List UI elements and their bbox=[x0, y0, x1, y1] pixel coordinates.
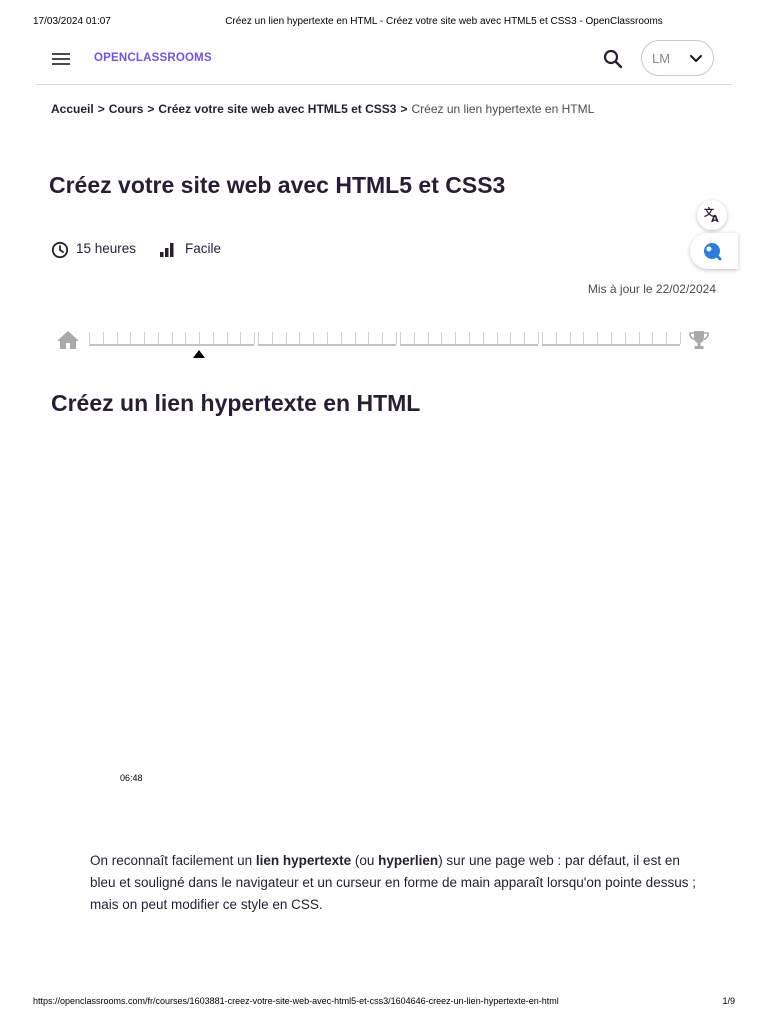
progress-step-tick[interactable] bbox=[272, 332, 273, 344]
progress-step-tick[interactable] bbox=[611, 332, 612, 344]
progress-step-tick[interactable] bbox=[542, 332, 543, 344]
intro-text: (ou bbox=[351, 853, 379, 868]
progress-step-tick[interactable] bbox=[299, 332, 300, 344]
progress-step-tick[interactable] bbox=[469, 332, 470, 344]
progress-step-tick[interactable] bbox=[483, 332, 484, 344]
chevron-down-icon bbox=[689, 52, 703, 66]
progress-step-tick[interactable] bbox=[524, 332, 525, 344]
progress-step-tick[interactable] bbox=[254, 332, 255, 344]
breadcrumb-item-cours[interactable]: Cours bbox=[109, 102, 144, 116]
progress-step-tick[interactable] bbox=[414, 332, 415, 344]
progress-step-tick[interactable] bbox=[382, 332, 383, 344]
progress-step-tick[interactable] bbox=[89, 332, 90, 344]
translate-icon[interactable]: 文 A bbox=[697, 200, 727, 230]
course-difficulty: Facile bbox=[185, 241, 222, 256]
breadcrumb-separator: > bbox=[97, 102, 105, 116]
intro-text: On reconnaît facilement un bbox=[90, 853, 256, 868]
progress-step-tick[interactable] bbox=[625, 332, 626, 344]
progress-step-tick[interactable] bbox=[258, 332, 259, 344]
progress-segment bbox=[258, 344, 396, 346]
print-document-title: Créez un lien hypertexte en HTML - Créez… bbox=[225, 16, 663, 27]
progress-step-tick[interactable] bbox=[355, 332, 356, 344]
course-progress-bar bbox=[56, 326, 716, 362]
progress-step-tick[interactable] bbox=[396, 332, 397, 344]
progress-segment bbox=[542, 344, 680, 346]
intro-paragraph: On reconnaît facilement un lien hypertex… bbox=[90, 850, 700, 916]
assistant-icon[interactable] bbox=[690, 233, 738, 269]
video-duration[interactable]: 06:48 bbox=[120, 773, 143, 783]
progress-step-tick[interactable] bbox=[227, 332, 228, 344]
top-navigation-bar: OPENCLASSROOMS LM bbox=[36, 34, 732, 85]
intro-term-lien-hypertexte: lien hypertexte bbox=[255, 853, 352, 868]
course-title: Créez votre site web avec HTML5 et CSS3 bbox=[49, 172, 506, 198]
progress-step-tick[interactable] bbox=[510, 332, 511, 344]
progress-step-tick[interactable] bbox=[172, 332, 173, 344]
difficulty-bars-icon bbox=[159, 243, 175, 257]
breadcrumb-separator: > bbox=[400, 102, 408, 116]
svg-text:A: A bbox=[711, 214, 719, 225]
progress-step-tick[interactable] bbox=[158, 332, 159, 344]
progress-step-tick[interactable] bbox=[570, 332, 571, 344]
hamburger-icon[interactable] bbox=[52, 50, 72, 66]
progress-step-tick[interactable] bbox=[103, 332, 104, 344]
progress-step-tick[interactable] bbox=[556, 332, 557, 344]
progress-step-tick[interactable] bbox=[441, 332, 442, 344]
progress-step-tick[interactable] bbox=[199, 332, 200, 344]
progress-step-tick[interactable] bbox=[213, 332, 214, 344]
progress-step-tick[interactable] bbox=[286, 332, 287, 344]
breadcrumb-separator: > bbox=[147, 102, 155, 116]
progress-step-tick[interactable] bbox=[639, 332, 640, 344]
chapter-title: Créez un lien hypertexte en HTML bbox=[51, 390, 421, 416]
progress-step-tick[interactable] bbox=[144, 332, 145, 344]
progress-step-tick[interactable] bbox=[185, 332, 186, 344]
progress-step-tick[interactable] bbox=[583, 332, 584, 344]
progress-step-tick[interactable] bbox=[652, 332, 653, 344]
progress-step-tick[interactable] bbox=[400, 332, 401, 344]
progress-step-tick[interactable] bbox=[117, 332, 118, 344]
progress-step-tick[interactable] bbox=[455, 332, 456, 344]
clock-icon bbox=[51, 241, 69, 259]
progress-marker bbox=[193, 350, 205, 358]
progress-segment bbox=[89, 344, 254, 346]
progress-step-tick[interactable] bbox=[666, 332, 667, 344]
course-duration: 15 heures bbox=[76, 241, 137, 256]
progress-step-tick[interactable] bbox=[428, 332, 429, 344]
progress-step-tick[interactable] bbox=[497, 332, 498, 344]
progress-step-tick[interactable] bbox=[341, 332, 342, 344]
progress-step-tick[interactable] bbox=[313, 332, 314, 344]
user-menu-button[interactable]: LM bbox=[641, 40, 714, 76]
print-page-number: 1/9 bbox=[722, 996, 735, 1006]
search-icon[interactable] bbox=[602, 48, 624, 70]
openclassrooms-logo[interactable]: OPENCLASSROOMS bbox=[94, 52, 212, 64]
progress-step-tick[interactable] bbox=[680, 332, 681, 344]
progress-segment bbox=[400, 344, 538, 346]
progress-step-tick[interactable] bbox=[240, 332, 241, 344]
progress-step-tick[interactable] bbox=[597, 332, 598, 344]
home-icon[interactable] bbox=[56, 330, 80, 350]
breadcrumb: Accueil > Cours > Créez votre site web avec … bbox=[51, 102, 594, 116]
breadcrumb-item-accueil[interactable]: Accueil bbox=[51, 102, 94, 116]
breadcrumb-current: Créez un lien hypertexte en HTML bbox=[411, 102, 595, 116]
progress-step-tick[interactable] bbox=[130, 332, 131, 344]
print-url: https://openclassrooms.com/fr/courses/16… bbox=[33, 996, 559, 1006]
avatar-initials: LM bbox=[652, 51, 671, 66]
breadcrumb-item-course[interactable]: Créez votre site web avec HTML5 et CSS3 bbox=[158, 102, 396, 116]
last-updated: Mis à jour le 22/02/2024 bbox=[587, 282, 716, 296]
intro-term-hyperlien: hyperlien bbox=[378, 853, 439, 868]
progress-step-tick[interactable] bbox=[327, 332, 328, 344]
trophy-icon[interactable] bbox=[688, 330, 710, 350]
progress-step-tick[interactable] bbox=[368, 332, 369, 344]
progress-step-tick[interactable] bbox=[538, 332, 539, 344]
